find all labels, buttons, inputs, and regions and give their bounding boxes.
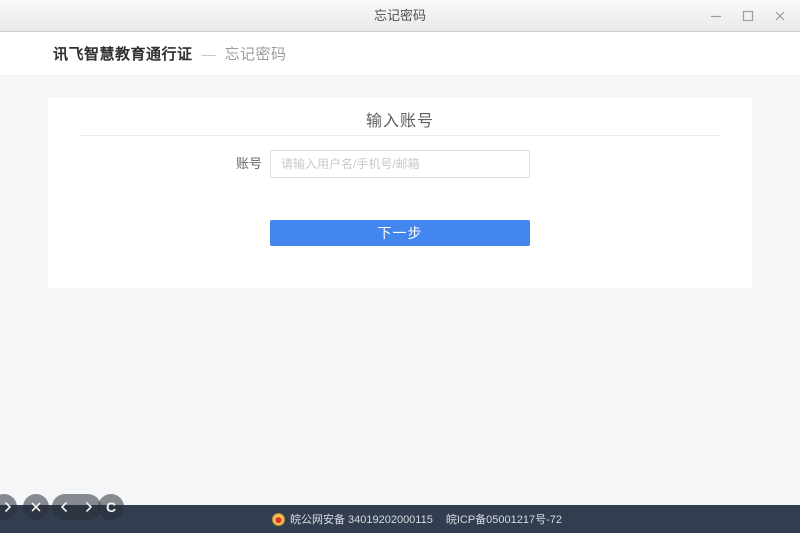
close-button[interactable] <box>767 3 793 29</box>
close-icon <box>773 9 787 23</box>
app-window: 忘记密码 讯飞智慧教育通行证 — 忘记密码 <box>0 0 800 533</box>
refresh-button[interactable]: C <box>98 494 124 520</box>
card-divider <box>80 135 720 136</box>
public-security-badge-icon <box>272 513 285 526</box>
app-header: 讯飞智慧教育通行证 — 忘记密码 <box>0 32 800 76</box>
account-form-row: 账号 <box>48 150 752 178</box>
police-record-text: 皖公网安备 34019202000115 <box>290 511 433 527</box>
toolbar-close-button[interactable] <box>23 494 49 520</box>
titlebar[interactable]: 忘记密码 <box>0 0 800 32</box>
brand-title: 讯飞智慧教育通行证 <box>53 43 193 64</box>
refresh-icon: C <box>106 500 116 514</box>
forgot-password-card: 输入账号 账号 下一步 <box>48 98 752 288</box>
account-label: 账号 <box>236 150 264 178</box>
window-title: 忘记密码 <box>0 0 800 31</box>
next-step-button[interactable]: 下一步 <box>270 220 530 246</box>
maximize-button[interactable] <box>735 3 761 29</box>
breadcrumb-separator: — <box>202 46 216 62</box>
minimize-button[interactable] <box>703 3 729 29</box>
page-title: 忘记密码 <box>225 43 287 64</box>
account-input[interactable] <box>270 150 530 178</box>
back-button[interactable] <box>52 494 77 520</box>
chevron-right-icon <box>4 502 12 512</box>
card-title: 输入账号 <box>48 98 752 134</box>
footer-records: 皖公网安备 34019202000115 皖ICP备05001217号-72 <box>17 505 800 533</box>
main-area: 输入账号 账号 下一步 <box>0 76 800 505</box>
icp-record-text: 皖ICP备05001217号-72 <box>446 511 562 527</box>
maximize-icon <box>741 9 755 23</box>
close-icon <box>31 502 41 512</box>
history-nav-group <box>52 494 101 520</box>
minimize-icon <box>709 9 723 23</box>
window-controls <box>700 0 796 31</box>
chevron-left-icon <box>60 502 68 512</box>
chevron-right-icon <box>85 502 93 512</box>
